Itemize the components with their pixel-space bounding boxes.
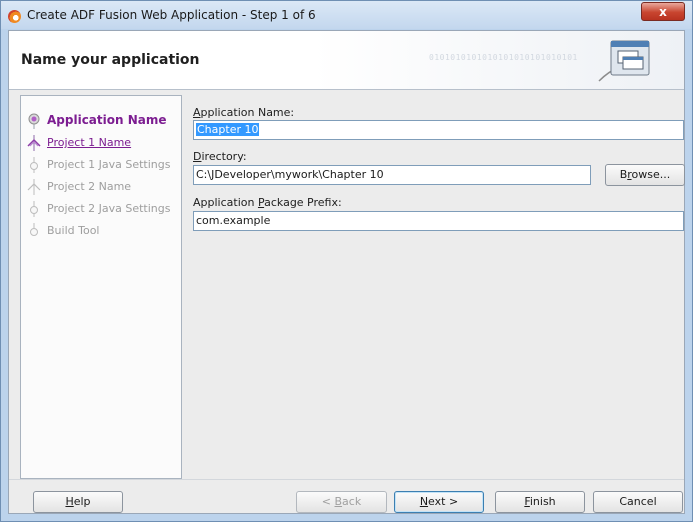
wizard-body: Name your application 010101010101010101… [8, 30, 685, 514]
nav-item-label: Build Tool [47, 224, 100, 237]
disabled-step-icon [30, 201, 38, 217]
close-icon: x [659, 5, 667, 19]
package-prefix-label: Application Package Prefix: [193, 196, 342, 209]
close-button[interactable]: x [641, 2, 685, 21]
directory-label: Directory: [193, 150, 247, 163]
jdeveloper-app-icon [8, 10, 21, 23]
nav-item-label: Project 1 Name [47, 136, 132, 149]
wizard-window: Create ADF Fusion Web Application - Step… [0, 0, 693, 522]
next-button[interactable]: Next > [394, 491, 484, 513]
window-wizard-icon [598, 40, 650, 82]
disabled-step-icon [30, 223, 38, 236]
nav-item-project-2-java-settings: Project 2 Java Settings [21, 198, 181, 220]
window-title: Create ADF Fusion Web Application - Step… [27, 8, 316, 22]
cancel-button[interactable]: Cancel [593, 491, 683, 513]
application-name-input[interactable]: Chapter 10 [193, 120, 684, 140]
finish-button[interactable]: Finish [495, 491, 585, 513]
back-button[interactable]: < Back [296, 491, 387, 513]
help-button[interactable]: Help [33, 491, 123, 513]
disabled-project-step-icon [27, 179, 41, 195]
nav-item-build-tool: Build Tool [21, 220, 181, 242]
title-bar[interactable]: Create ADF Fusion Web Application - Step… [1, 1, 692, 29]
nav-item-label: Application Name [47, 113, 167, 127]
nav-item-application-name[interactable]: Application Name [21, 110, 181, 132]
wizard-train-nav: Application Name Project 1 Name Project … [20, 95, 182, 479]
application-name-label: Application Name: [193, 106, 295, 119]
browse-button[interactable]: Browse... [605, 164, 685, 186]
nav-item-project-1-name[interactable]: Project 1 Name [21, 132, 181, 154]
directory-input[interactable]: C:\JDeveloper\mywork\Chapter 10 [193, 165, 591, 185]
footer-divider [9, 479, 684, 480]
nav-item-label: Project 1 Java Settings [47, 158, 171, 171]
wizard-header: Name your application 010101010101010101… [9, 31, 684, 90]
package-prefix-input[interactable]: com.example [193, 211, 684, 231]
nav-item-label: Project 2 Java Settings [47, 202, 171, 215]
nav-item-project-2-name: Project 2 Name [21, 176, 181, 198]
page-title: Name your application [21, 52, 200, 68]
current-step-icon [28, 113, 40, 129]
next-step-icon [27, 135, 41, 151]
selected-text: Chapter 10 [196, 123, 260, 136]
nav-item-project-1-java-settings: Project 1 Java Settings [21, 154, 181, 176]
header-binary-decoration: 0101010101010101010101010101 [429, 53, 578, 62]
disabled-step-icon [30, 157, 38, 173]
nav-item-label: Project 2 Name [47, 180, 132, 193]
